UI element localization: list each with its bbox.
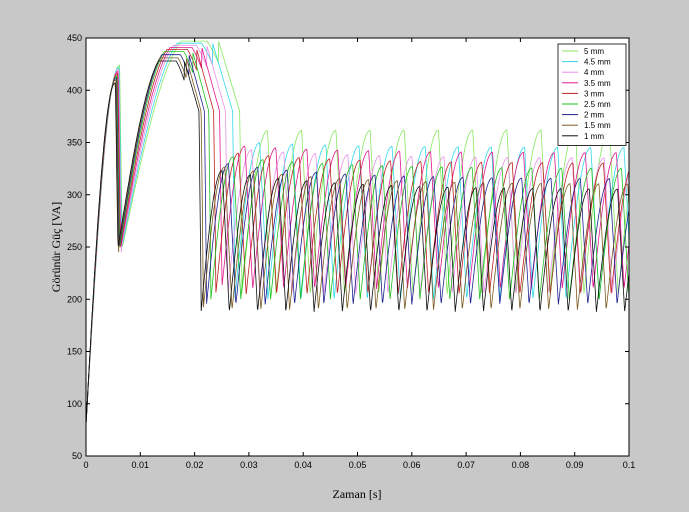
legend-entry: 4 mm bbox=[584, 68, 604, 77]
x-tick-label: 0.04 bbox=[294, 460, 312, 470]
y-tick-label: 300 bbox=[67, 190, 82, 200]
legend-entry: 1 mm bbox=[584, 132, 604, 141]
x-tick-label: 0.05 bbox=[349, 460, 367, 470]
y-tick-label: 150 bbox=[67, 347, 82, 357]
x-tick-label: 0 bbox=[83, 460, 88, 470]
legend-entry: 2.5 mm bbox=[584, 100, 611, 109]
legend-entry: 2 mm bbox=[584, 111, 604, 120]
figure: 0 0.01 0.02 0.03 0.04 0.05 0.06 0.07 0.08 0.09 0.1… bbox=[0, 0, 689, 512]
y-tick-label: 50 bbox=[72, 451, 82, 461]
y-tick-label: 250 bbox=[67, 242, 82, 252]
x-tick-label: 0.02 bbox=[186, 460, 204, 470]
legend-entry: 5 mm bbox=[584, 47, 604, 56]
x-tick-label: 0.1 bbox=[623, 460, 636, 470]
legend-entry: 4.5 mm bbox=[584, 58, 611, 67]
x-axis-label: Zaman [s] bbox=[333, 487, 382, 501]
y-tick-label: 350 bbox=[67, 138, 82, 148]
y-axis-label: Görünür Güç [VA] bbox=[49, 202, 63, 292]
y-tick-label: 400 bbox=[67, 85, 82, 95]
legend-entry: 3.5 mm bbox=[584, 79, 611, 88]
x-tick-label: 0.08 bbox=[512, 460, 530, 470]
x-tick-label: 0.01 bbox=[132, 460, 150, 470]
legend: 5 mm 4.5 mm4 mm 3.5 mm3 mm 2.5 mm 2 mm1.5 mm… bbox=[557, 43, 627, 146]
x-tick-label: 0.03 bbox=[240, 460, 258, 470]
y-tick-label: 200 bbox=[67, 294, 82, 304]
x-tick-label: 0.07 bbox=[457, 460, 475, 470]
legend-entry: 3 mm bbox=[584, 89, 604, 98]
x-tick-label: 0.06 bbox=[403, 460, 421, 470]
y-tick-label: 100 bbox=[67, 399, 82, 409]
x-tick-label: 0.09 bbox=[566, 460, 584, 470]
legend-entry: 1.5 mm bbox=[584, 121, 611, 130]
y-tick-label: 450 bbox=[67, 33, 82, 43]
